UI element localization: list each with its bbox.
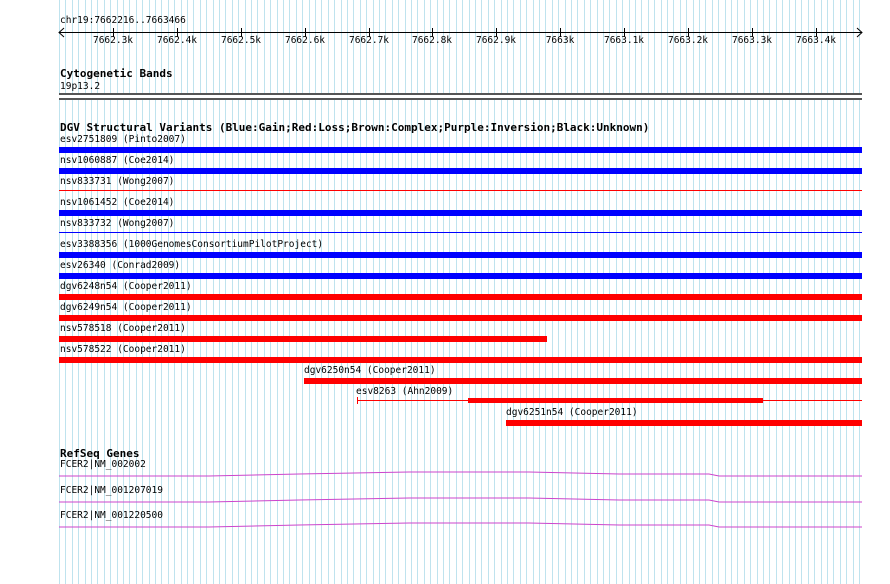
dgv-feature-label[interactable]: nsv833731 (Wong2007) <box>60 176 174 187</box>
dgv-feature-bar[interactable] <box>59 252 862 258</box>
cytoband-label: 19p13.2 <box>60 81 101 92</box>
gene-structure-line <box>59 497 862 503</box>
ruler-location: chr19:7662216..7663466 <box>60 15 186 26</box>
dgv-feature-bar[interactable] <box>304 378 862 384</box>
ruler-tick-label: 7662.4k <box>156 35 198 46</box>
ruler-tick-label: 7662.7k <box>348 35 390 46</box>
dgv-feature-label[interactable]: esv26340 (Conrad2009) <box>60 260 180 271</box>
dgv-feature-label[interactable]: esv3388356 (1000GenomesConsortiumPilotPr… <box>60 239 323 250</box>
dgv-feature-label[interactable]: nsv578518 (Cooper2011) <box>60 323 186 334</box>
dgv-feature-label[interactable]: dgv6251n54 (Cooper2011) <box>506 407 638 418</box>
dgv-feature-label[interactable]: dgv6250n54 (Cooper2011) <box>304 365 436 376</box>
dgv-feature-bar[interactable] <box>59 273 862 279</box>
ruler-tick-label: 7663.2k <box>667 35 709 46</box>
dgv-feature-bar[interactable] <box>59 190 862 191</box>
dgv-feature-bar[interactable] <box>59 357 862 363</box>
dgv-feature-bar[interactable] <box>59 336 547 342</box>
cytoband-bar[interactable] <box>59 93 862 100</box>
gene-structure-line <box>59 522 862 528</box>
ruler-tick-label: 7662.9k <box>475 35 517 46</box>
dgv-feature-label[interactable]: dgv6249n54 (Cooper2011) <box>60 302 192 313</box>
dgv-feature-label[interactable]: nsv1060887 (Coe2014) <box>60 155 174 166</box>
ruler-tick-label: 7663k <box>545 35 575 46</box>
dgv-feature-core-bar[interactable] <box>468 398 763 403</box>
ruler-right-arrow <box>856 27 863 38</box>
ruler-tick-label: 7662.6k <box>284 35 326 46</box>
ruler-tick-label: 7663.4k <box>795 35 837 46</box>
dgv-feature-bar[interactable] <box>59 210 862 216</box>
dgv-feature-label[interactable]: nsv1061452 (Coe2014) <box>60 197 174 208</box>
track-title-cytobands: Cytogenetic Bands <box>60 67 173 80</box>
dgv-feature-bar[interactable] <box>506 420 862 426</box>
genome-browser-view: chr19:7662216..7663466 7662.3k 7662.4k 766… <box>0 0 890 584</box>
dgv-feature-label[interactable]: esv8263 (Ahn2009) <box>356 386 453 397</box>
ruler-tick-label: 7662.8k <box>411 35 453 46</box>
dgv-feature-label[interactable]: nsv578522 (Cooper2011) <box>60 344 186 355</box>
dgv-feature-bar[interactable] <box>59 168 862 174</box>
refseq-gene-model[interactable] <box>59 468 862 480</box>
dgv-feature-bar[interactable] <box>59 147 862 153</box>
dgv-feature-label[interactable]: dgv6248n54 (Cooper2011) <box>60 281 192 292</box>
ruler-left-arrow <box>58 27 65 38</box>
dgv-feature-bar[interactable] <box>59 232 862 233</box>
refseq-gene-model[interactable] <box>59 519 862 531</box>
dgv-feature-end-cap <box>357 397 358 404</box>
ruler-tick-label: 7663.1k <box>603 35 645 46</box>
gene-structure-line <box>59 471 862 477</box>
ruler-tick-label: 7663.3k <box>731 35 773 46</box>
ruler-tick-label: 7662.5k <box>220 35 262 46</box>
refseq-gene-model[interactable] <box>59 494 862 506</box>
track-title-dgv: DGV Structural Variants (Blue:Gain;Red:L… <box>60 121 650 134</box>
dgv-feature-bar[interactable] <box>59 315 862 321</box>
ruler-tick-label: 7662.3k <box>92 35 134 46</box>
dgv-feature-bar[interactable] <box>59 294 862 300</box>
dgv-feature-label[interactable]: nsv833732 (Wong2007) <box>60 218 174 229</box>
dgv-feature-label[interactable]: esv2751809 (Pinto2007) <box>60 134 186 145</box>
